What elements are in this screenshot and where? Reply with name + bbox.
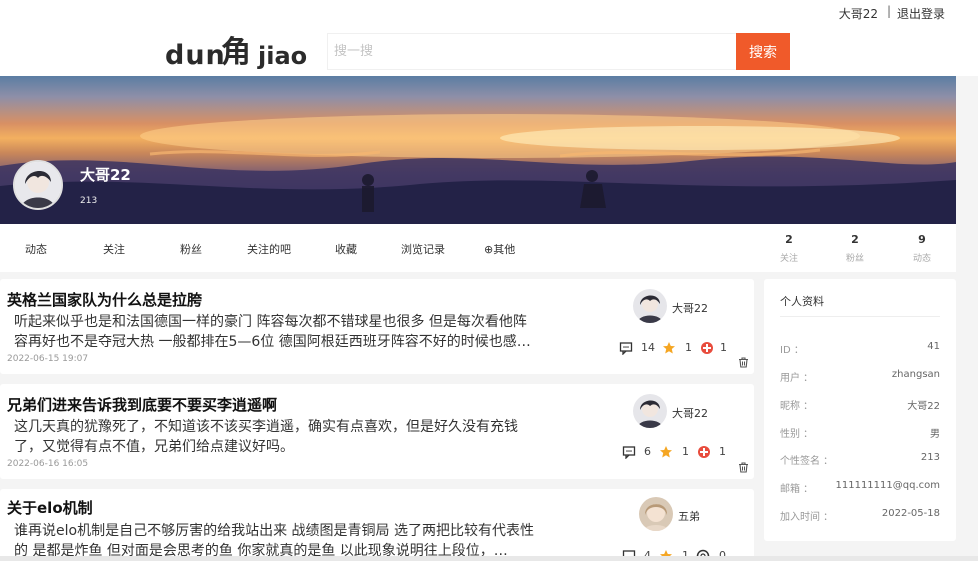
comment-icon[interactable] xyxy=(619,341,633,355)
profile-info-panel: 个人资料 ID ： 41 用户 ： zhangsan 昵称 ： 大哥22 性别 … xyxy=(764,279,956,541)
post-metrics: 14 1 1 xyxy=(619,341,739,357)
like-icon[interactable] xyxy=(700,341,714,355)
info-key: 个性签名 ： xyxy=(780,456,834,467)
trash-icon[interactable] xyxy=(738,357,749,368)
tab-favorites[interactable]: 收藏 xyxy=(335,241,357,257)
tab-following[interactable]: 关注 xyxy=(103,241,125,257)
info-value: 41 xyxy=(927,341,940,352)
post-title[interactable]: 英格兰国家队为什么总是拉胯 xyxy=(7,289,202,310)
post-author[interactable]: 大哥22 xyxy=(672,300,708,316)
post-card[interactable]: 英格兰国家队为什么总是拉胯 听起来似乎也是和法国德国一样的豪门 阵容每次都不错球… xyxy=(0,279,754,374)
svg-text:jiao: jiao xyxy=(257,42,307,70)
stat-followers-label: 粉丝 xyxy=(845,254,864,264)
tab-more[interactable]: ⊕其他 xyxy=(484,241,515,257)
anime-avatar-icon xyxy=(15,162,61,208)
post-date: 2022-06-16 16:05 xyxy=(7,459,89,469)
profile-info-title: 个人资料 xyxy=(780,295,824,308)
profile-name: 大哥22 xyxy=(80,166,131,184)
post-date: 2022-06-15 19:07 xyxy=(7,354,89,364)
svg-text:角: 角 xyxy=(221,35,251,70)
tab-activity[interactable]: 动态 xyxy=(25,241,47,257)
comment-count: 14 xyxy=(641,341,655,354)
author-avatar[interactable] xyxy=(633,289,667,323)
top-bar: 大哥22 | 退出登录 xyxy=(0,0,978,24)
stat-following[interactable]: 2 关注 xyxy=(769,233,809,264)
post-metrics: 6 1 1 xyxy=(619,445,739,461)
post-excerpt: 这几天真的犹豫死了，不知道该不该买李逍遥，确实有点喜欢，但是好久没有充钱了，又觉… xyxy=(14,419,518,455)
comment-count: 6 xyxy=(644,445,651,458)
profile-nav: 动态 关注 粉丝 关注的吧 收藏 浏览记录 ⊕其他 2 关注 2 粉丝 9 动态 xyxy=(0,224,956,272)
info-value: 111111111@qq.com xyxy=(835,480,941,491)
profile-avatar[interactable] xyxy=(13,160,63,210)
info-key: 用户 ： xyxy=(780,373,814,384)
logout-link[interactable]: 退出登录 xyxy=(897,5,945,22)
like-count: 1 xyxy=(719,445,726,458)
post-author[interactable]: 大哥22 xyxy=(672,405,708,421)
stat-posts[interactable]: 9 动态 xyxy=(902,233,942,264)
profile-banner xyxy=(0,76,956,224)
info-key: 邮箱 ： xyxy=(780,484,814,495)
star-icon[interactable] xyxy=(659,445,673,459)
star-count: 1 xyxy=(682,445,689,458)
info-key: ID ： xyxy=(780,345,804,356)
info-value: 213 xyxy=(920,452,940,463)
post-author[interactable]: 五弟 xyxy=(678,508,700,524)
post-title[interactable]: 兄弟们进来告诉我到底要不要买李逍遥啊 xyxy=(7,394,277,415)
author-avatar[interactable] xyxy=(639,497,673,531)
stat-followers-count: 2 xyxy=(851,233,859,246)
stat-posts-label: 动态 xyxy=(912,254,931,264)
banner-sunset-image xyxy=(0,114,956,224)
post-title[interactable]: 关于elo机制 xyxy=(7,497,93,518)
header: dun 角 jiao 搜索 xyxy=(0,24,978,76)
info-key: 昵称 ： xyxy=(780,401,814,412)
post-card[interactable]: 关于elo机制 谁再说elo机制是自己不够厉害的给我站出来 战绩图是青铜局 选了… xyxy=(0,489,754,561)
profile-signature: 213 xyxy=(80,196,98,206)
post-card[interactable]: 兄弟们进来告诉我到底要不要买李逍遥啊 这几天真的犹豫死了，不知道该不该买李逍遥，… xyxy=(0,384,754,479)
post-excerpt: 谁再说elo机制是自己不够厉害的给我站出来 战绩图是青铜局 选了两把比较有代表性… xyxy=(14,523,534,559)
info-value: 男 xyxy=(930,429,940,440)
info-value: 2022-05-18 xyxy=(881,508,940,519)
tab-followed-forums[interactable]: 关注的吧 xyxy=(247,241,291,257)
trash-icon[interactable] xyxy=(738,462,749,473)
search-input[interactable] xyxy=(327,33,737,70)
divider xyxy=(780,316,940,317)
author-avatar[interactable] xyxy=(633,394,667,428)
topbar-separator: | xyxy=(886,4,891,18)
post-excerpt: 听起来似乎也是和法国德国一样的豪门 阵容每次都不错球星也很多 但是每次看他阵容再… xyxy=(14,314,531,350)
site-logo[interactable]: dun 角 jiao xyxy=(165,26,320,74)
stat-following-count: 2 xyxy=(785,233,793,246)
info-value: 大哥22 xyxy=(907,401,940,412)
like-icon[interactable] xyxy=(697,445,711,459)
stat-following-label: 关注 xyxy=(779,254,798,264)
info-value: zhangsan xyxy=(891,369,940,380)
tab-followers[interactable]: 粉丝 xyxy=(180,241,202,257)
scroll-edge xyxy=(0,556,978,561)
info-key: 加入时间 ： xyxy=(780,512,834,523)
comment-icon[interactable] xyxy=(622,445,636,459)
like-count: 1 xyxy=(720,341,727,354)
star-icon[interactable] xyxy=(662,341,676,355)
stat-followers[interactable]: 2 粉丝 xyxy=(835,233,875,264)
stat-posts-count: 9 xyxy=(918,233,926,246)
tab-history[interactable]: 浏览记录 xyxy=(401,241,445,257)
star-count: 1 xyxy=(685,341,692,354)
search-button[interactable]: 搜索 xyxy=(736,33,790,70)
svg-text:dun: dun xyxy=(165,40,226,71)
info-key: 性别 ： xyxy=(780,429,814,440)
current-username-link[interactable]: 大哥22 xyxy=(839,5,878,22)
